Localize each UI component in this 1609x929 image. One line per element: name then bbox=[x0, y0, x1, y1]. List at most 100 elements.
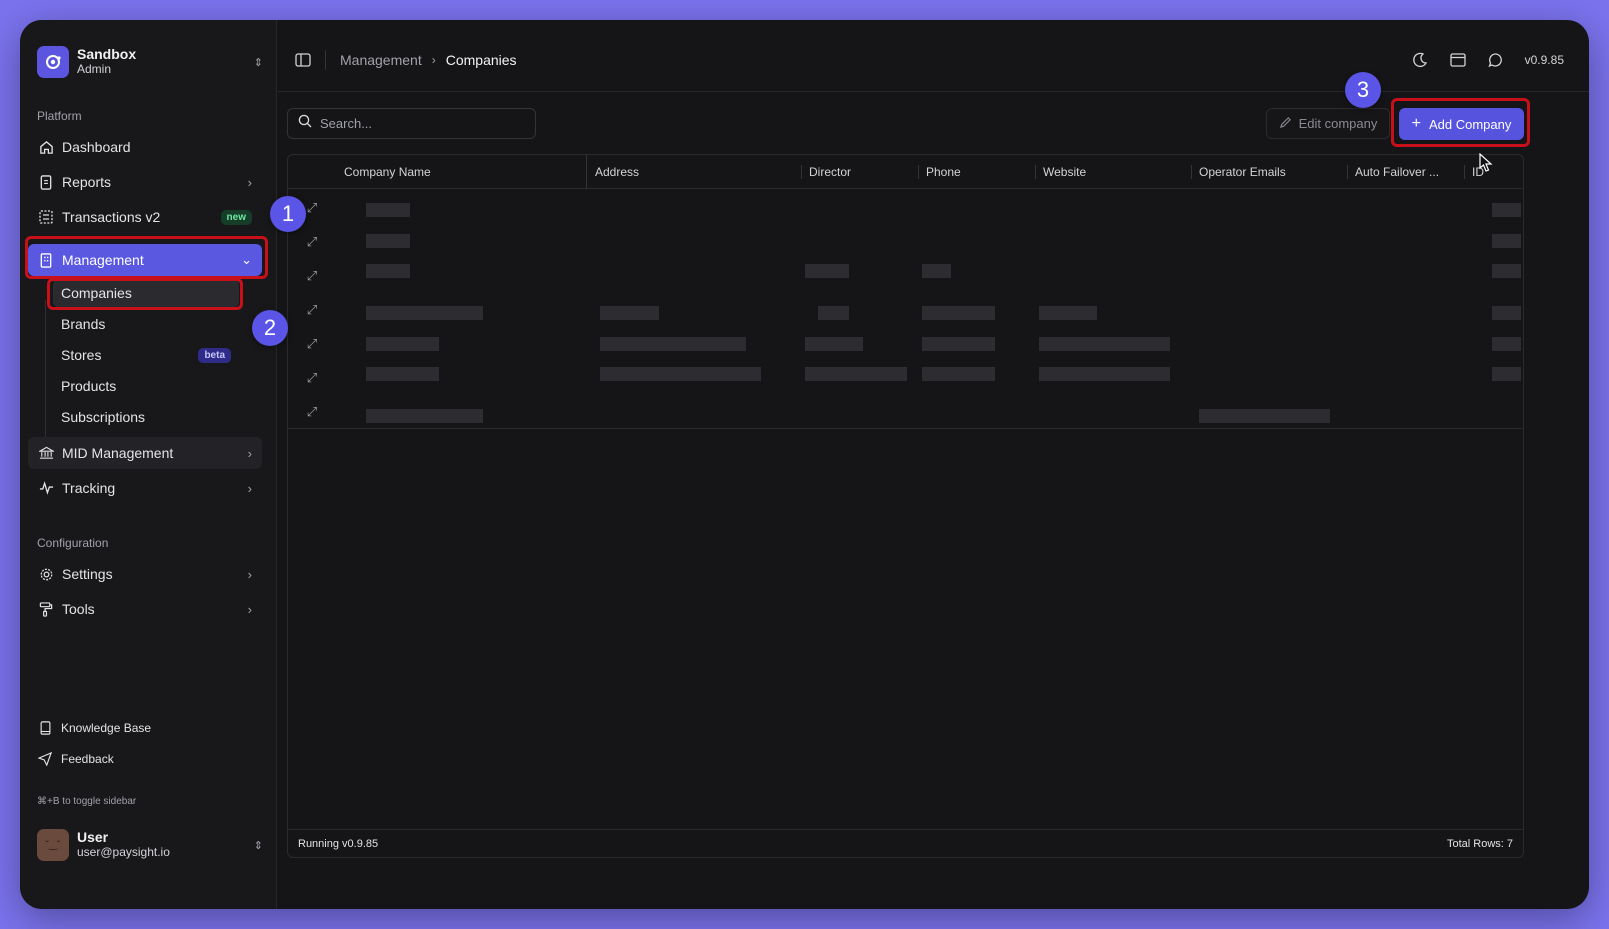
feedback-link[interactable]: Feedback bbox=[37, 751, 114, 767]
bank-icon bbox=[38, 445, 54, 461]
topbar-divider bbox=[325, 50, 326, 70]
redacted-cell bbox=[600, 367, 761, 381]
redacted-cell bbox=[1492, 337, 1521, 351]
mouse-cursor-icon bbox=[1479, 153, 1493, 172]
sidebar-item-tools[interactable]: Tools › bbox=[28, 593, 262, 625]
sidebar-item-label: Transactions v2 bbox=[62, 209, 161, 225]
org-role: Admin bbox=[77, 62, 112, 76]
chevron-right-icon: › bbox=[247, 566, 252, 582]
chevron-right-icon: › bbox=[247, 480, 252, 496]
submenu-guide-line bbox=[45, 300, 46, 460]
redacted-cell bbox=[1039, 337, 1170, 351]
table-row[interactable]: ⤢ bbox=[288, 225, 1523, 259]
redacted-cell bbox=[366, 264, 410, 278]
user-name: User bbox=[77, 829, 109, 845]
submenu-item-stores[interactable]: Stores beta bbox=[53, 341, 239, 369]
expand-icon[interactable]: ⤢ bbox=[288, 361, 336, 395]
sidebar: Sandbox Admin ⇕ Platform Dashboard Repor… bbox=[20, 20, 277, 909]
org-logo-icon bbox=[37, 46, 69, 78]
user-menu[interactable]: ˘‿˘ User user@paysight.io ⇕ bbox=[37, 829, 263, 861]
table-row[interactable]: ⤢ bbox=[288, 395, 1523, 429]
submenu-item-brands[interactable]: Brands bbox=[53, 310, 239, 338]
pencil-icon bbox=[1279, 116, 1292, 132]
redacted-cell bbox=[366, 337, 439, 351]
redacted-cell bbox=[1492, 203, 1521, 217]
activity-icon bbox=[38, 480, 54, 496]
redacted-cell bbox=[922, 337, 995, 351]
book-icon bbox=[37, 720, 53, 736]
gear-icon bbox=[38, 566, 54, 582]
edit-company-button[interactable]: Edit company bbox=[1266, 108, 1390, 139]
expand-icon[interactable]: ⤢ bbox=[288, 293, 336, 327]
sidebar-toggle-icon[interactable] bbox=[294, 52, 312, 68]
sidebar-toggle-hint: ⌘+B to toggle sidebar bbox=[37, 796, 137, 807]
org-switcher[interactable]: Sandbox Admin ⇕ bbox=[37, 46, 263, 78]
chevrons-up-down-icon: ⇕ bbox=[253, 56, 263, 69]
redacted-cell bbox=[1492, 306, 1521, 320]
redacted-cell bbox=[600, 337, 746, 351]
redacted-cell bbox=[1199, 409, 1330, 423]
chevrons-up-down-icon: ⇕ bbox=[253, 839, 263, 852]
sidebar-item-reports[interactable]: Reports › bbox=[28, 166, 262, 198]
search-box[interactable] bbox=[287, 108, 536, 139]
companies-table: Company Name Address Director Phone Webs… bbox=[287, 154, 1524, 858]
submenu-item-label: Products bbox=[61, 378, 117, 394]
avatar: ˘‿˘ bbox=[37, 829, 69, 861]
sidebar-item-label: Dashboard bbox=[62, 139, 131, 155]
redacted-cell bbox=[818, 306, 849, 320]
chat-bubble-icon[interactable] bbox=[1487, 51, 1505, 69]
column-header-operator-emails[interactable]: Operator Emails bbox=[1191, 155, 1286, 189]
expand-icon[interactable]: ⤢ bbox=[288, 395, 336, 429]
redacted-cell bbox=[1039, 367, 1170, 381]
sidebar-item-mid-management[interactable]: MID Management › bbox=[28, 437, 262, 469]
chevron-right-icon: › bbox=[247, 445, 252, 461]
sidebar-item-settings[interactable]: Settings › bbox=[28, 558, 262, 590]
knowledge-base-link[interactable]: Knowledge Base bbox=[37, 720, 151, 736]
edit-company-label: Edit company bbox=[1298, 116, 1378, 131]
redacted-cell bbox=[922, 306, 995, 320]
section-label-platform: Platform bbox=[37, 109, 82, 123]
user-email: user@paysight.io bbox=[77, 845, 170, 859]
submenu-item-label: Subscriptions bbox=[61, 409, 146, 425]
submenu-item-subscriptions[interactable]: Subscriptions bbox=[53, 403, 239, 431]
new-badge: new bbox=[220, 209, 252, 225]
redacted-cell bbox=[366, 306, 483, 320]
step-marker-2: 2 bbox=[252, 310, 288, 346]
redacted-cell bbox=[1492, 234, 1521, 248]
expand-icon[interactable]: ⤢ bbox=[288, 259, 336, 293]
sidebar-item-label: Tools bbox=[62, 601, 95, 617]
column-header-company-name[interactable]: Company Name bbox=[336, 155, 431, 189]
table-row[interactable]: ⤢ bbox=[288, 191, 1523, 225]
breadcrumb-parent[interactable]: Management bbox=[340, 52, 422, 68]
breadcrumb: Management › Companies bbox=[340, 52, 517, 68]
table-row[interactable]: ⤢ bbox=[288, 327, 1523, 361]
version-label: v0.9.85 bbox=[1524, 53, 1564, 67]
column-header-auto-failover[interactable]: Auto Failover ... bbox=[1347, 155, 1439, 189]
search-input[interactable] bbox=[320, 116, 520, 131]
sidebar-item-tracking[interactable]: Tracking › bbox=[28, 472, 262, 504]
bottom-link-label: Feedback bbox=[61, 752, 114, 766]
column-header-director[interactable]: Director bbox=[801, 155, 851, 189]
redacted-cell bbox=[366, 409, 483, 423]
column-header-website[interactable]: Website bbox=[1035, 155, 1086, 189]
sidebar-item-transactions[interactable]: Transactions v2 new bbox=[28, 201, 262, 233]
submenu-item-label: Brands bbox=[61, 316, 106, 332]
browser-window-icon[interactable] bbox=[1449, 51, 1467, 69]
redacted-cell bbox=[805, 337, 863, 351]
table-row[interactable]: ⤢ bbox=[288, 293, 1523, 327]
bottom-link-label: Knowledge Base bbox=[61, 721, 152, 735]
home-icon bbox=[38, 139, 54, 155]
expand-icon[interactable]: ⤢ bbox=[288, 327, 336, 361]
table-row[interactable]: ⤢ bbox=[288, 259, 1523, 293]
submenu-item-products[interactable]: Products bbox=[53, 372, 239, 400]
column-header-phone[interactable]: Phone bbox=[918, 155, 961, 189]
table-row[interactable]: ⤢ bbox=[288, 361, 1523, 395]
send-icon bbox=[37, 751, 53, 767]
column-header-address[interactable]: Address bbox=[587, 155, 639, 189]
chevron-right-icon: › bbox=[247, 174, 252, 190]
section-label-configuration: Configuration bbox=[37, 536, 109, 550]
paint-roller-icon bbox=[38, 601, 54, 617]
sidebar-item-dashboard[interactable]: Dashboard bbox=[28, 131, 262, 163]
list-icon bbox=[38, 209, 54, 225]
moon-icon[interactable] bbox=[1411, 51, 1429, 69]
